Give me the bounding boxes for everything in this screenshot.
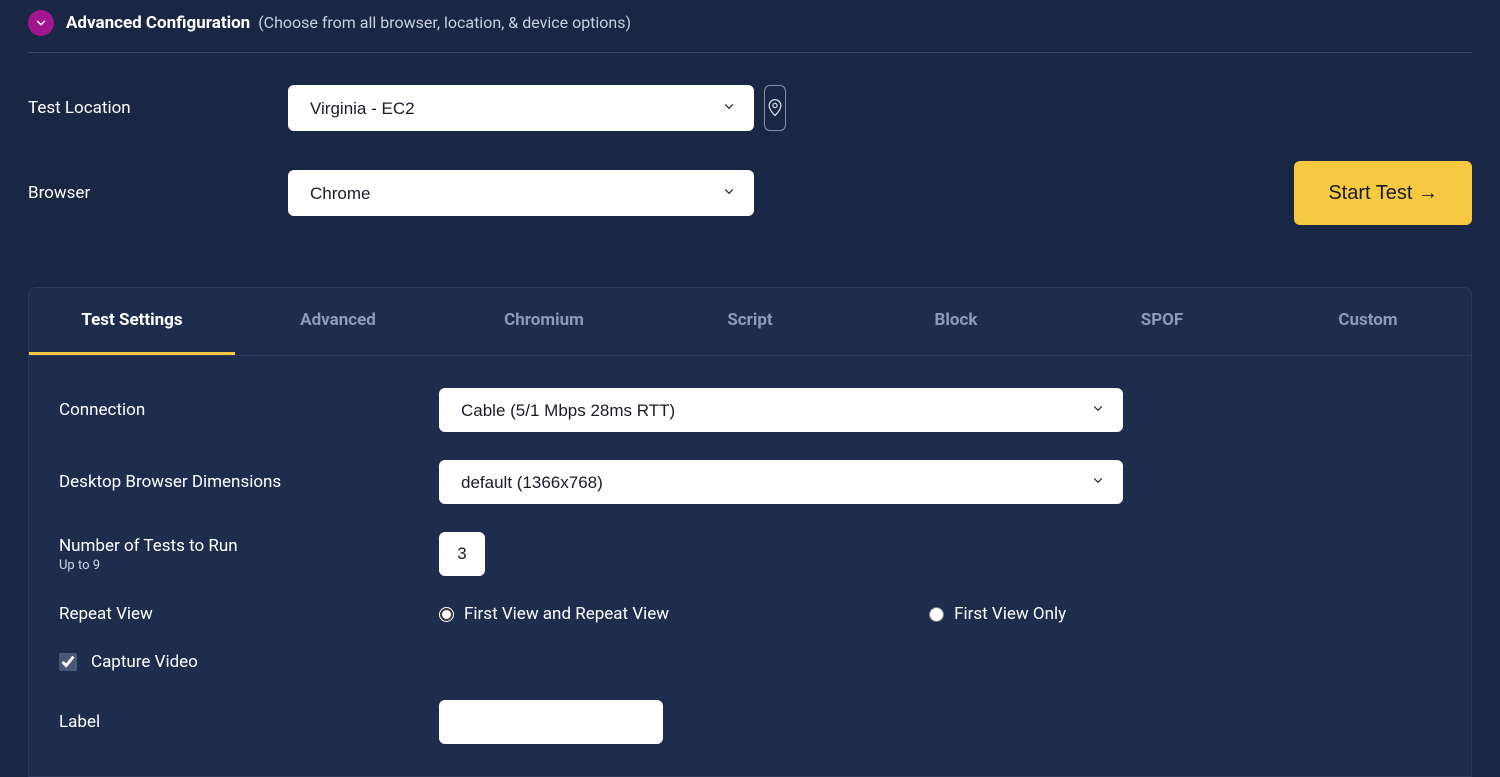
browser-label: Browser [28, 183, 288, 203]
tab-test-settings[interactable]: Test Settings [29, 288, 235, 355]
repeat-view-radio-2[interactable] [929, 607, 944, 622]
browser-select[interactable]: Chrome [288, 170, 754, 216]
map-pin-icon [765, 98, 785, 118]
chevron-down-icon [34, 16, 48, 30]
capture-video-label: Capture Video [91, 652, 198, 672]
repeat-view-radio-1[interactable] [439, 607, 454, 622]
connection-label: Connection [59, 400, 439, 420]
advanced-config-header: Advanced Configuration (Choose from all … [28, 10, 1472, 53]
test-location-label: Test Location [28, 98, 288, 118]
dimensions-select[interactable]: default (1366x768) [439, 460, 1123, 504]
label-input[interactable] [439, 700, 663, 744]
repeat-view-label: Repeat View [59, 604, 439, 624]
tabs-bar: Test Settings Advanced Chromium Script B… [29, 288, 1471, 356]
tab-custom[interactable]: Custom [1265, 288, 1471, 355]
label-label: Label [59, 712, 439, 732]
start-test-button[interactable]: Start Test → [1294, 161, 1472, 225]
test-location-select[interactable]: Virginia - EC2 [288, 85, 754, 131]
tab-spof[interactable]: SPOF [1059, 288, 1265, 355]
tab-script[interactable]: Script [647, 288, 853, 355]
settings-tabs-panel: Test Settings Advanced Chromium Script B… [28, 287, 1472, 777]
num-tests-input[interactable] [439, 532, 485, 576]
num-tests-hint: Up to 9 [59, 558, 439, 573]
repeat-opt1-label: First View and Repeat View [464, 604, 669, 624]
repeat-opt2-label: First View Only [954, 604, 1066, 624]
header-subtitle: (Choose from all browser, location, & de… [258, 13, 631, 32]
collapse-toggle[interactable] [28, 10, 54, 36]
tab-advanced[interactable]: Advanced [235, 288, 441, 355]
map-location-button[interactable] [764, 85, 786, 131]
header-title: Advanced Configuration [66, 13, 250, 33]
repeat-view-opt-first-and-repeat[interactable]: First View and Repeat View [439, 604, 669, 624]
dimensions-label: Desktop Browser Dimensions [59, 472, 439, 492]
num-tests-label: Number of Tests to Run [59, 536, 238, 556]
connection-select[interactable]: Cable (5/1 Mbps 28ms RTT) [439, 388, 1123, 432]
repeat-view-opt-first-only[interactable]: First View Only [929, 604, 1066, 624]
capture-video-checkbox[interactable] [59, 653, 77, 671]
tab-block[interactable]: Block [853, 288, 1059, 355]
tab-chromium[interactable]: Chromium [441, 288, 647, 355]
